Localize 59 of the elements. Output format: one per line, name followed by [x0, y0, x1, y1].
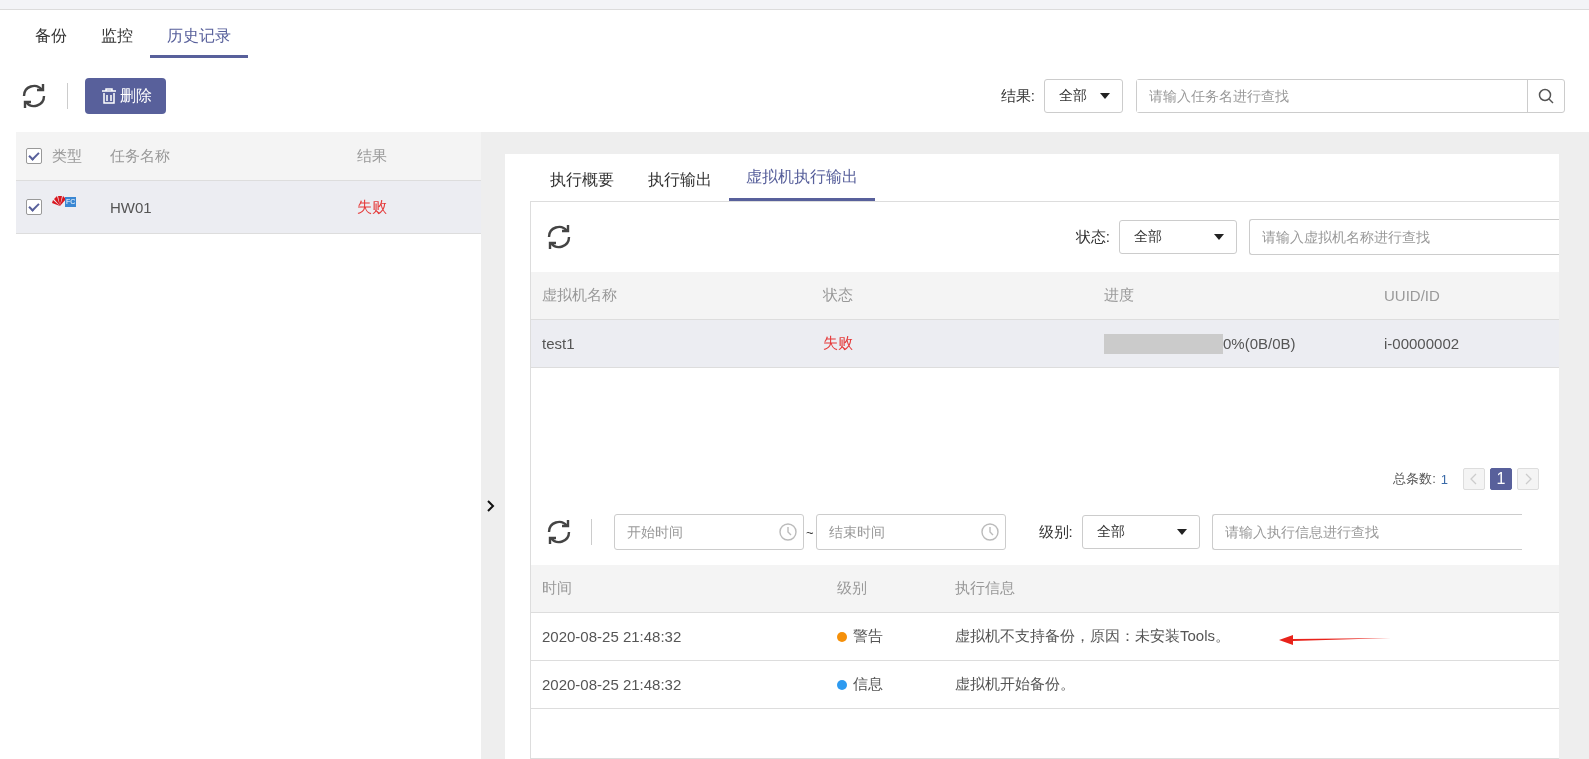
- caret-icon: [1176, 529, 1187, 535]
- column-header: 级别: [837, 579, 868, 598]
- clock-icon: [980, 523, 999, 541]
- result-select[interactable]: 全部: [1044, 79, 1123, 113]
- chevron-right-icon[interactable]: [487, 500, 495, 512]
- tab[interactable]: 执行概要: [533, 159, 631, 201]
- trash-icon: [101, 88, 117, 104]
- tab[interactable]: 虚拟机执行输出: [729, 156, 875, 201]
- table-cell-text: 2020-08-25 21:48:32: [542, 628, 683, 645]
- caret-icon: [1214, 234, 1224, 240]
- level-select[interactable]: 全部: [1081, 515, 1200, 549]
- table-cell: 信息: [853, 675, 883, 694]
- page-button[interactable]: 1: [1490, 468, 1512, 490]
- total-count: 1: [1440, 471, 1448, 487]
- checkbox[interactable]: [26, 148, 42, 164]
- chevron-right-icon: [1524, 473, 1532, 485]
- column-header: 类型: [52, 146, 83, 166]
- table-cell: 虚拟机开始备份。: [955, 675, 1075, 692]
- search-field[interactable]: 请输入执行信息进行查找: [1211, 514, 1522, 550]
- search-field[interactable]: 请输入任务名进行查找: [1136, 79, 1565, 113]
- delete-button[interactable]: 删除: [85, 78, 166, 114]
- clock-icon: [779, 523, 797, 541]
- table-cell-text: i-00000002: [1384, 335, 1461, 352]
- table-cell-text: 2020-08-25 21:48:32: [542, 676, 683, 693]
- column-header: 任务名称: [110, 146, 171, 166]
- level-filter-label: 级别:: [1038, 522, 1073, 542]
- table-cell-text: test1: [542, 335, 576, 352]
- refresh-icon[interactable]: [545, 223, 573, 251]
- column-header: UUID/ID: [1384, 287, 1441, 304]
- table-cell-text: HW01: [110, 198, 153, 216]
- search-icon[interactable]: [1538, 88, 1554, 104]
- tab[interactable]: 监控: [84, 21, 150, 58]
- end-time-field[interactable]: 结束时间: [815, 514, 1006, 550]
- checkbox[interactable]: [26, 199, 42, 215]
- result-filter-label: 结果:: [1000, 86, 1035, 106]
- column-header: 时间: [542, 579, 573, 598]
- caret-icon: [1100, 93, 1110, 99]
- column-header: 结果: [357, 146, 387, 166]
- tab[interactable]: 历史记录: [150, 21, 248, 58]
- table-cell: 虚拟机不支持备份，原因：未安装Tools。: [955, 627, 1231, 644]
- refresh-icon[interactable]: [20, 82, 48, 110]
- table-cell-text: 失败: [823, 334, 854, 353]
- column-header: 状态: [823, 286, 854, 305]
- table-cell: 失败: [357, 197, 387, 217]
- refresh-icon[interactable]: [545, 518, 573, 546]
- column-header: 执行信息: [955, 579, 1016, 598]
- tab[interactable]: 执行输出: [631, 159, 729, 201]
- status-filter-label: 状态:: [1075, 227, 1110, 247]
- range-separator: ~: [806, 524, 814, 540]
- progress-text: 0%(0B/0B): [1223, 335, 1296, 352]
- search-field[interactable]: 请输入虚拟机名称进行查找: [1249, 219, 1559, 255]
- start-time-field[interactable]: 开始时间: [614, 514, 804, 550]
- column-header: 进度: [1104, 286, 1135, 305]
- total-count-label: 总条数:: [1393, 470, 1436, 488]
- tab[interactable]: 备份: [18, 21, 84, 58]
- status-select[interactable]: 全部: [1119, 220, 1237, 254]
- table-cell: 警告: [853, 627, 883, 646]
- column-header: 虚拟机名称: [542, 286, 618, 305]
- chevron-left-icon: [1470, 473, 1478, 485]
